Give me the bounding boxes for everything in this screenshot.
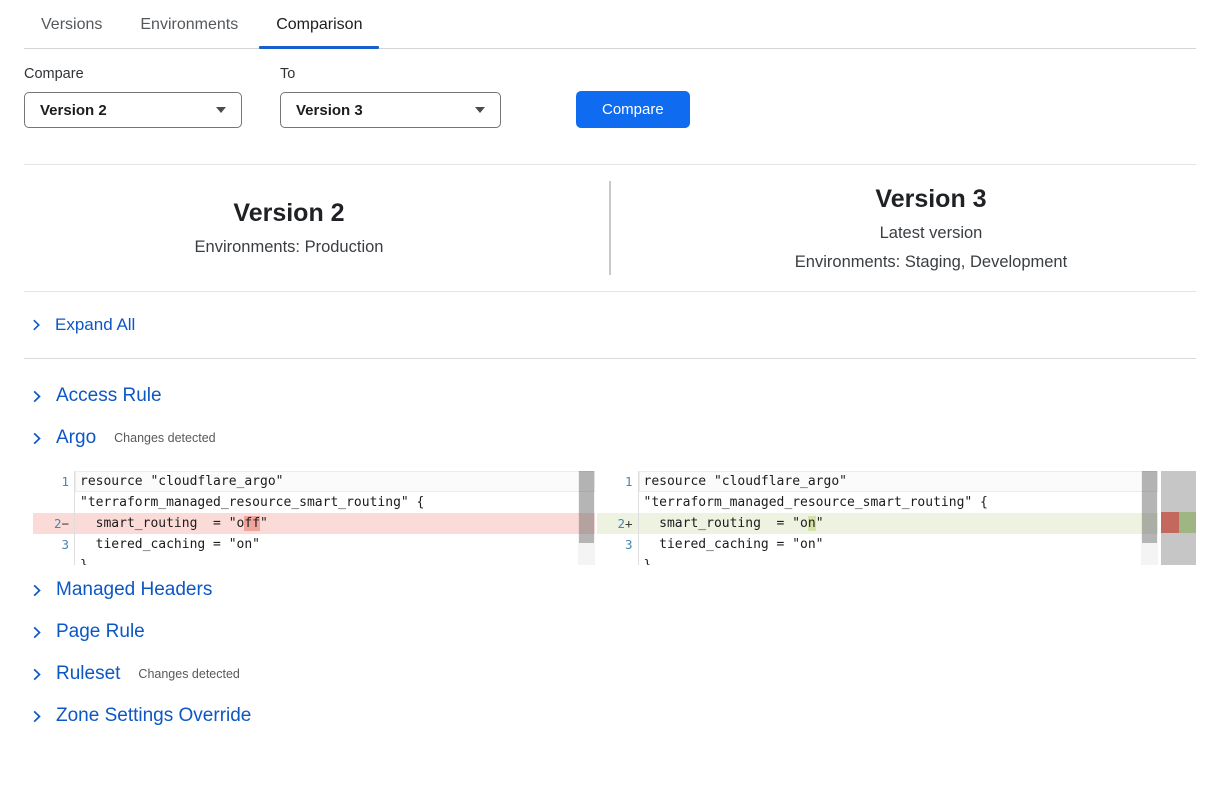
- code-text: tiered_caching = "on": [75, 534, 595, 555]
- section-label: Page Rule: [56, 621, 145, 643]
- chevron-right-icon: [29, 431, 44, 446]
- to-field: To Version 3: [280, 66, 501, 128]
- code-text: }: [639, 555, 1159, 565]
- diff-sign: +: [625, 513, 633, 534]
- diff-overview-ruler[interactable]: [1161, 471, 1196, 565]
- chevron-right-icon: [29, 318, 43, 332]
- section-label: Zone Settings Override: [56, 705, 251, 727]
- compare-button[interactable]: Compare: [576, 91, 690, 128]
- right-version-title: Version 3: [666, 185, 1196, 214]
- compare-from-value: Version 2: [40, 102, 107, 119]
- diff-sign: −: [61, 513, 69, 534]
- diff-line-wrap: "terraform_managed_resource_smart_routin…: [597, 492, 1159, 513]
- tab-versions[interactable]: Versions: [24, 0, 119, 48]
- section-label: Ruleset: [56, 663, 120, 685]
- line-number: 3: [625, 534, 633, 555]
- left-version-environments: Environments: Production: [24, 238, 554, 257]
- section-label: Managed Headers: [56, 579, 212, 601]
- diff-line: 3 tiered_caching = "on": [597, 534, 1159, 555]
- expand-all-button[interactable]: Expand All: [24, 292, 1196, 359]
- code-text: }: [75, 555, 595, 565]
- compare-form: Compare Version 2 To Version 3 Compare: [24, 66, 1196, 128]
- right-version-latest: Latest version: [666, 224, 1196, 243]
- code-text: tiered_caching = "on": [639, 534, 1159, 555]
- line-number: 3: [61, 534, 69, 555]
- diff-pane-left: 1 resource "cloudflare_argo" "terraform_…: [33, 471, 595, 565]
- code-text: resource "cloudflare_argo": [639, 471, 1159, 492]
- version-panel-right: Version 3 Latest version Environments: S…: [611, 165, 1196, 291]
- compare-from-select[interactable]: Version 2: [24, 92, 242, 128]
- code-text: resource "cloudflare_argo": [75, 471, 595, 492]
- left-scrollbar-thumb[interactable]: [579, 471, 594, 543]
- line-number: 1: [61, 471, 69, 492]
- caret-down-icon: [216, 107, 226, 113]
- section-zone-settings-override[interactable]: Zone Settings Override: [29, 705, 1196, 727]
- tab-bar: Versions Environments Comparison: [24, 0, 1196, 49]
- compare-field: Compare Version 2: [24, 66, 242, 128]
- code-text: "terraform_managed_resource_smart_routin…: [75, 492, 595, 513]
- diff-line: 1 resource "cloudflare_argo": [597, 471, 1159, 492]
- tab-comparison[interactable]: Comparison: [259, 0, 379, 48]
- version-panels: Version 2 Environments: Production Versi…: [24, 164, 1196, 292]
- ruler-added-mark: [1179, 512, 1197, 533]
- section-label: Access Rule: [56, 385, 162, 407]
- changes-detected-badge: Changes detected: [138, 667, 239, 681]
- diff-line: 1 resource "cloudflare_argo": [33, 471, 595, 492]
- diff-line: }: [33, 555, 595, 565]
- code-text: smart_routing = "off": [75, 513, 595, 534]
- to-label: To: [280, 66, 501, 82]
- diff-line-removed: 2− smart_routing = "off": [33, 513, 595, 534]
- compare-to-select[interactable]: Version 3: [280, 92, 501, 128]
- caret-down-icon: [475, 107, 485, 113]
- diff-line-wrap: "terraform_managed_resource_smart_routin…: [33, 492, 595, 513]
- line-number: 2: [617, 513, 625, 534]
- diff-line-added: 2+ smart_routing = "on": [597, 513, 1159, 534]
- argo-diff-viewer: 1 resource "cloudflare_argo" "terraform_…: [33, 471, 1196, 565]
- ruler-removed-mark: [1161, 512, 1179, 533]
- section-page-rule[interactable]: Page Rule: [29, 621, 1196, 643]
- tab-environments[interactable]: Environments: [123, 0, 255, 48]
- left-scrollbar[interactable]: [578, 471, 595, 565]
- section-managed-headers[interactable]: Managed Headers: [29, 579, 1196, 601]
- chevron-right-icon: [29, 583, 44, 598]
- section-ruleset[interactable]: Ruleset Changes detected: [29, 663, 1196, 685]
- chevron-right-icon: [29, 625, 44, 640]
- changes-detected-badge: Changes detected: [114, 431, 215, 445]
- left-version-title: Version 2: [24, 199, 554, 228]
- chevron-right-icon: [29, 709, 44, 724]
- section-label: Argo: [56, 427, 96, 449]
- line-number: 1: [625, 471, 633, 492]
- code-text: "terraform_managed_resource_smart_routin…: [639, 492, 1159, 513]
- right-scrollbar-thumb[interactable]: [1142, 471, 1157, 543]
- compare-label: Compare: [24, 66, 242, 82]
- code-text: smart_routing = "on": [639, 513, 1159, 534]
- expand-all-label: Expand All: [55, 315, 135, 335]
- chevron-right-icon: [29, 667, 44, 682]
- compare-to-value: Version 3: [296, 102, 363, 119]
- right-version-environments: Environments: Staging, Development: [666, 253, 1196, 272]
- line-number: 2: [54, 513, 62, 534]
- page: Versions Environments Comparison Compare…: [0, 0, 1224, 767]
- chevron-right-icon: [29, 389, 44, 404]
- diff-line: }: [597, 555, 1159, 565]
- diff-line: 3 tiered_caching = "on": [33, 534, 595, 555]
- section-argo[interactable]: Argo Changes detected: [29, 427, 1196, 449]
- section-access-rule[interactable]: Access Rule: [29, 385, 1196, 407]
- right-scrollbar[interactable]: [1141, 471, 1158, 565]
- diff-pane-right: 1 resource "cloudflare_argo" "terraform_…: [597, 471, 1159, 565]
- version-panel-left: Version 2 Environments: Production: [24, 165, 609, 291]
